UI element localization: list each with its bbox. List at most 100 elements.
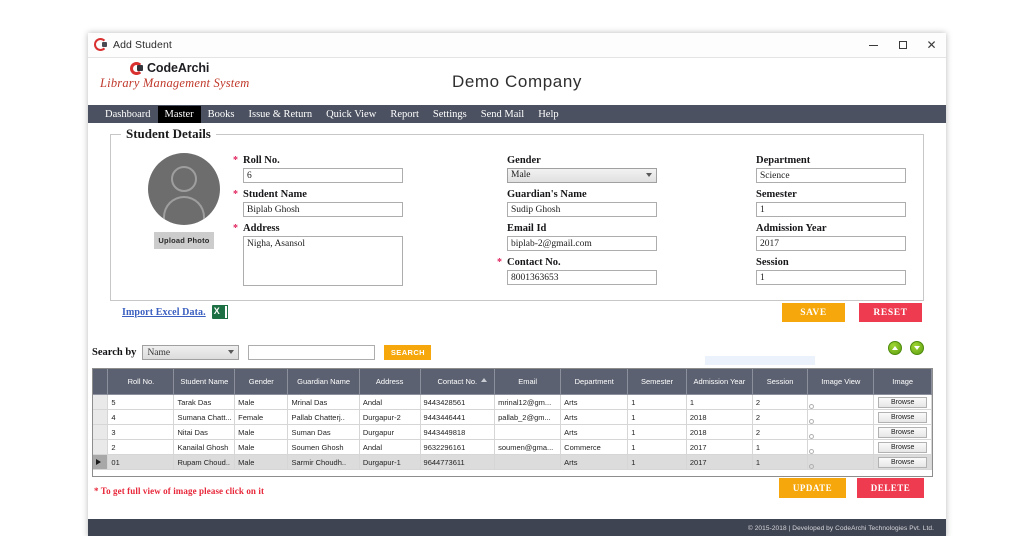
cell-student-name[interactable]: Kanailal Ghosh (173, 439, 236, 455)
minimize-button[interactable] (859, 33, 888, 57)
cell-address[interactable]: Andal (359, 439, 421, 455)
search-by-select[interactable]: Name (142, 345, 240, 360)
cell-gender[interactable]: Male (234, 454, 289, 470)
excel-file-icon[interactable] (211, 305, 228, 319)
cell-email[interactable]: soumen@gma... (494, 439, 562, 455)
cell-student-name[interactable]: Sumana Chatt... (173, 409, 236, 425)
cell-image-view[interactable] (807, 454, 875, 470)
menu-item-dashboard[interactable]: Dashboard (98, 106, 158, 123)
menu-item-books[interactable]: Books (201, 106, 242, 123)
import-excel-link[interactable]: Import Excel Data. (122, 307, 206, 318)
email-id-input[interactable] (507, 236, 657, 251)
row-selector-cell[interactable] (93, 439, 109, 455)
student-name-input[interactable] (243, 202, 403, 217)
browse-button[interactable]: Browse (878, 441, 927, 453)
cell-image-view[interactable] (807, 424, 875, 440)
col-header-roll-no[interactable]: Roll No. (107, 369, 175, 395)
address-textarea[interactable] (243, 236, 403, 286)
cell-session[interactable]: 2 (752, 394, 809, 410)
menu-item-send-mail[interactable]: Send Mail (474, 106, 531, 123)
cell-admission-year[interactable]: 2018 (686, 424, 753, 440)
cell-address[interactable]: Andal (359, 394, 421, 410)
cell-address[interactable]: Durgapur-2 (359, 409, 421, 425)
cell-student-name[interactable]: Nitai Das (173, 424, 236, 440)
cell-session[interactable]: 2 (752, 424, 809, 440)
col-header-semester[interactable]: Semester (627, 369, 687, 395)
cell-gender[interactable]: Male (234, 424, 289, 440)
cell-email[interactable]: mrinal12@gm... (494, 394, 562, 410)
cell-semester[interactable]: 1 (627, 439, 687, 455)
col-header-guardian-name[interactable]: Guardian Name (287, 369, 360, 395)
cell-student-name[interactable]: Tarak Das (173, 394, 236, 410)
row-selector-cell[interactable] (93, 424, 109, 440)
cell-admission-year[interactable]: 2017 (686, 439, 753, 455)
upload-photo-button[interactable]: Upload Photo (154, 232, 214, 249)
close-button[interactable]: ✕ (917, 33, 946, 57)
session-input[interactable] (756, 270, 906, 285)
col-header-address[interactable]: Address (359, 369, 421, 395)
cell-email[interactable] (494, 424, 562, 440)
cell-contact-no[interactable]: 9443446441 (420, 409, 496, 425)
semester-input[interactable] (756, 202, 906, 217)
cell-department[interactable]: Arts (560, 394, 629, 410)
cell-roll-no[interactable]: 2 (107, 439, 175, 455)
table-row[interactable]: 2 Kanailal Ghosh Male Soumen Ghosh Andal 9632… (93, 439, 932, 455)
arrow-up-circle-icon[interactable] (888, 341, 902, 355)
cell-admission-year[interactable]: 2018 (686, 409, 753, 425)
save-button[interactable]: SAVE (782, 303, 845, 322)
col-header-contact-no[interactable]: Contact No. (420, 369, 496, 395)
browse-button[interactable]: Browse (878, 456, 927, 468)
col-header-student-name[interactable]: Student Name (173, 369, 236, 395)
cell-department[interactable]: Arts (560, 424, 629, 440)
delete-button[interactable]: DELETE (857, 478, 924, 498)
cell-session[interactable]: 2 (752, 409, 809, 425)
col-header-session[interactable]: Session (752, 369, 809, 395)
cell-admission-year[interactable]: 2017 (686, 454, 753, 470)
table-row[interactable]: 5 Tarak Das Male Mrinal Das Andal 9443428561 m… (93, 394, 932, 410)
cell-roll-no[interactable]: 5 (107, 394, 175, 410)
search-button[interactable]: SEARCH (384, 345, 432, 360)
table-row[interactable]: 3 Nitai Das Male Suman Das Durgapur 944344981… (93, 424, 932, 440)
update-button[interactable]: UPDATE (779, 478, 846, 498)
cell-department[interactable]: Arts (560, 409, 629, 425)
browse-button[interactable]: Browse (878, 426, 927, 438)
row-selector-cell[interactable] (93, 409, 109, 425)
col-header-image-view[interactable]: Image View (807, 369, 875, 395)
col-header-email[interactable]: Email (494, 369, 562, 395)
table-row[interactable]: 01 Rupam Choud.. Male Sarmir Choudh.. Durgap… (93, 454, 932, 470)
maximize-button[interactable] (888, 33, 917, 57)
cell-gender[interactable]: Male (234, 439, 289, 455)
cell-image-view[interactable] (807, 439, 875, 455)
cell-image-view[interactable] (807, 394, 875, 410)
cell-guardian-name[interactable]: Mrinal Das (287, 394, 360, 410)
col-header-image[interactable]: Image (873, 369, 932, 395)
search-input[interactable] (248, 345, 376, 360)
gender-select[interactable]: Male (507, 168, 657, 183)
cell-roll-no[interactable]: 4 (107, 409, 175, 425)
menu-item-quick-view[interactable]: Quick View (319, 106, 383, 123)
cell-guardian-name[interactable]: Suman Das (287, 424, 360, 440)
menu-item-settings[interactable]: Settings (426, 106, 474, 123)
reset-button[interactable]: RESET (859, 303, 922, 322)
cell-contact-no[interactable]: 9443449818 (420, 424, 496, 440)
col-header-department[interactable]: Department (560, 369, 629, 395)
browse-button[interactable]: Browse (878, 396, 927, 408)
cell-semester[interactable]: 1 (627, 424, 687, 440)
cell-gender[interactable]: Female (234, 409, 289, 425)
cell-guardian-name[interactable]: Soumen Ghosh (287, 439, 360, 455)
cell-semester[interactable]: 1 (627, 409, 687, 425)
roll-no-input[interactable] (243, 168, 403, 183)
cell-semester[interactable]: 1 (627, 394, 687, 410)
cell-contact-no[interactable]: 9632296161 (420, 439, 496, 455)
cell-email[interactable]: pallab_2@gm... (494, 409, 562, 425)
col-header-admission-year[interactable]: Admission Year (686, 369, 753, 395)
row-selector-cell[interactable] (93, 394, 109, 410)
cell-image-view[interactable] (807, 409, 875, 425)
admission-year-input[interactable] (756, 236, 906, 251)
menu-item-help[interactable]: Help (531, 106, 565, 123)
cell-email[interactable] (494, 454, 562, 470)
cell-address[interactable]: Durgapur-1 (359, 454, 421, 470)
cell-contact-no[interactable]: 9443428561 (420, 394, 496, 410)
col-header-gender[interactable]: Gender (234, 369, 289, 395)
cell-admission-year[interactable]: 1 (686, 394, 753, 410)
